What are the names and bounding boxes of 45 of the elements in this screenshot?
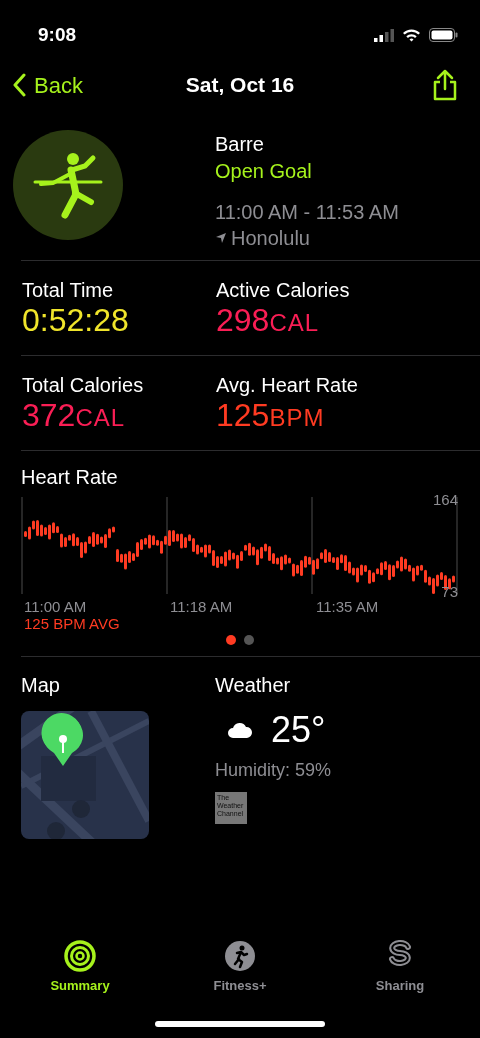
stat-unit: CAL [75,403,126,433]
stat-value: 298 [216,302,270,338]
stat-label: Active Calories [216,278,350,302]
axis-time-label: 11:00 AM [24,598,87,615]
status-time: 9:08 [38,22,77,47]
runner-icon [224,940,256,972]
stat-value: 372 [22,397,76,433]
stat-label: Total Calories [22,373,145,397]
workout-time-range: 11:00 AM - 11:53 AM [215,200,399,224]
stat-value: 125 [216,397,270,433]
tab-item[interactable]: Summary [20,940,140,996]
axis-min-label: 73 [441,582,458,602]
stat-value: 0:52:28 [22,302,129,338]
stat-unit: BPM [269,403,325,433]
axis-max-label: 164 [432,490,458,510]
cloud-icon [227,722,253,738]
page-dot[interactable] [244,635,254,645]
stat-unit: CAL [269,308,320,338]
workout-location: Honolulu [231,226,310,250]
share-icon [432,69,458,101]
weather-title: Weather [215,673,292,697]
back-button[interactable]: Back [12,68,83,102]
average-label: 125 BPM AVG [24,614,120,634]
activity-rings-icon [64,940,96,972]
tab-item[interactable]: Sharing [340,940,460,996]
chart-title: Heart Rate [21,465,119,489]
page-dot[interactable] [226,635,236,645]
map-title: Map [21,673,61,697]
location-arrow-icon [215,232,227,244]
tab-item[interactable]: Fitness+ [180,940,300,996]
share-button[interactable] [432,69,458,101]
stat-label: Total Time [22,278,115,302]
stat-label: Avg. Heart Rate [216,373,358,397]
signal-icon [374,28,394,42]
temperature: 25° [271,708,326,752]
humidity: Humidity: 59% [215,759,332,782]
axis-time-label: 11:35 AM [316,598,379,615]
workout-name: Barre [215,132,265,156]
battery-icon [429,28,458,42]
axis-time-label: 11:18 AM [170,598,233,615]
chevron-left-icon [12,73,26,97]
nav-title: Sat, Oct 16 [185,72,295,99]
workout-goal: Open Goal [215,159,313,183]
barre-workout-icon [13,130,123,240]
wifi-icon [402,28,421,42]
